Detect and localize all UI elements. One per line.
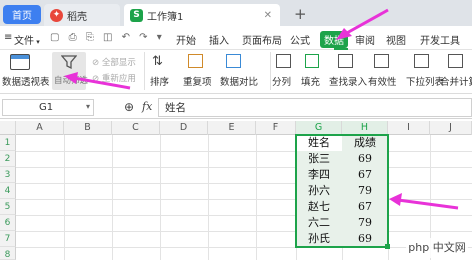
arrow-to-table bbox=[389, 193, 459, 210]
arrow-to-data-tab bbox=[336, 8, 389, 40]
arrow-to-pivot-table bbox=[64, 72, 131, 90]
annotation-arrows bbox=[64, 8, 459, 210]
